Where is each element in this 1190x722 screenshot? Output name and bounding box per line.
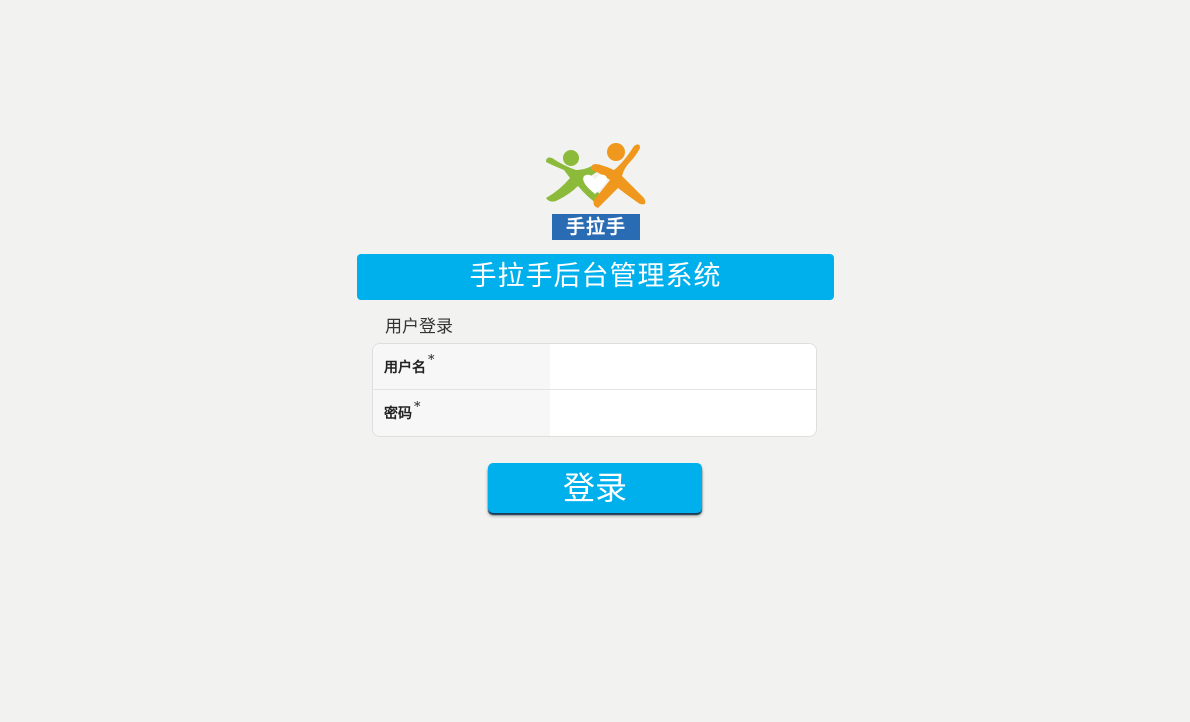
password-label-text: 密码	[384, 406, 412, 422]
username-label-text: 用户名	[384, 359, 426, 376]
login-form: 用户名 * 密码 *	[372, 343, 817, 437]
required-mark: *	[414, 399, 421, 415]
page-title: 手拉手后台管理系统	[357, 254, 834, 300]
login-section-title: 用户登录	[385, 317, 453, 337]
password-label: 密码 *	[373, 390, 550, 436]
logo-text: 手拉手	[565, 216, 626, 238]
password-row: 密码 *	[373, 389, 816, 436]
login-button[interactable]: 登录	[488, 463, 702, 513]
password-input[interactable]	[550, 390, 816, 436]
login-page: 手拉手 手拉手后台管理系统 用户登录 用户名 * 密码 * 登录	[0, 0, 1190, 722]
required-mark: *	[428, 353, 435, 368]
username-row: 用户名 *	[373, 344, 816, 389]
hand-in-hand-logo: 手拉手	[540, 140, 650, 244]
username-input[interactable]	[550, 344, 816, 389]
username-label: 用户名 *	[373, 344, 550, 389]
